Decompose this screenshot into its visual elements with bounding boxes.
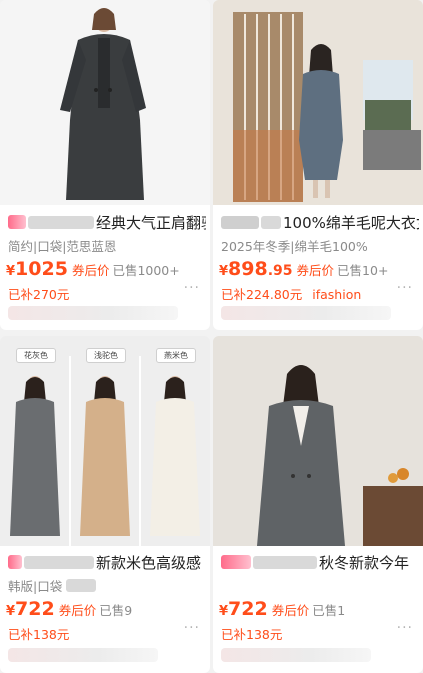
price-value: 1025 <box>15 258 68 280</box>
blurred-text <box>66 579 97 592</box>
blurred-text <box>253 556 317 569</box>
product-image[interactable] <box>213 0 423 205</box>
product-title-text: 100%绵羊毛呢大衣女秋 <box>283 214 419 232</box>
product-image[interactable] <box>213 336 423 546</box>
sold-count: 已售1 <box>312 603 346 618</box>
price-value: 722 <box>228 598 268 620</box>
color-swatch-label: 浅驼色 <box>86 348 126 363</box>
currency-symbol: ¥ <box>219 264 229 279</box>
subsidy-row: 已补224.80元 ifashion <box>221 284 361 303</box>
product-tags: 韩版|口袋 <box>8 576 98 595</box>
subsidy-row: 已补270元 <box>8 284 69 303</box>
product-title[interactable]: 秋冬新款今年 <box>221 552 419 573</box>
price-row: ¥722 券后价 已售9 <box>6 598 204 620</box>
subsidy-row: 已补138元 <box>221 624 282 643</box>
product-title-text: 新款米色高级感 <box>96 554 202 572</box>
more-options-icon[interactable]: ··· <box>184 620 200 636</box>
subsidy-text: 已补138元 <box>8 627 70 642</box>
sold-count: 已售1000+ <box>112 263 180 278</box>
subsidy-text: 已补270元 <box>8 287 70 302</box>
shop-tag[interactable]: ifashion <box>312 287 361 302</box>
blurred-badge <box>221 555 251 569</box>
subsidy-row: 已补138元 <box>8 624 69 643</box>
product-tags: 2025年冬季|绵羊毛100% <box>221 239 368 254</box>
more-options-icon[interactable]: ··· <box>397 280 413 296</box>
shop-info-bar[interactable] <box>8 648 158 662</box>
price-row: ¥898.95 券后价 已售10+ <box>219 258 417 280</box>
price-value: 722 <box>15 598 55 620</box>
product-image[interactable] <box>0 0 210 205</box>
product-title-text: 秋冬新款今年 <box>319 554 410 572</box>
color-swatch-label: 花灰色 <box>16 348 56 363</box>
coupon-price-label: 券后价 <box>58 603 97 618</box>
blurred-text <box>24 556 94 569</box>
blurred-text <box>28 216 94 229</box>
product-tags: 简约|口袋|范思蓝恩 <box>8 239 117 254</box>
product-title[interactable]: 新款米色高级感 <box>8 552 206 573</box>
blurred-badge <box>8 555 22 569</box>
shop-info-bar[interactable] <box>8 306 178 320</box>
more-options-icon[interactable]: ··· <box>397 620 413 636</box>
price-value: 898.95 <box>228 258 293 280</box>
subsidy-text: 已补138元 <box>221 627 283 642</box>
blurred-text <box>221 216 259 229</box>
shop-info-bar[interactable] <box>221 306 391 320</box>
currency-symbol: ¥ <box>6 264 16 279</box>
blurred-text <box>261 216 281 229</box>
shop-info-bar[interactable] <box>221 648 371 662</box>
product-card[interactable]: 秋冬新款今年 ¥722 券后价 已售1 已补138元 ··· <box>213 336 423 673</box>
price-row: ¥722 券后价 已售1 <box>219 598 417 620</box>
currency-symbol: ¥ <box>219 604 229 619</box>
color-swatch-label: 燕米色 <box>156 348 196 363</box>
product-title-text: 经典大气正肩翻驳 <box>96 214 206 232</box>
product-title[interactable]: 100%绵羊毛呢大衣女秋 <box>221 212 419 233</box>
product-card[interactable]: 花灰色 浅驼色 燕米色 新款米色高级感 韩版|口袋 ¥722 券后价 已售9 已补1… <box>0 336 210 673</box>
product-image[interactable]: 花灰色 浅驼色 燕米色 <box>0 336 210 546</box>
sold-count: 已售9 <box>99 603 133 618</box>
coupon-price-label: 券后价 <box>71 263 110 278</box>
blurred-badge <box>8 215 26 229</box>
currency-symbol: ¥ <box>6 604 16 619</box>
product-grid: 经典大气正肩翻驳 简约|口袋|范思蓝恩 ¥1025 券后价 已售1000+ 已补27… <box>0 0 423 673</box>
product-card[interactable]: 经典大气正肩翻驳 简约|口袋|范思蓝恩 ¥1025 券后价 已售1000+ 已补27… <box>0 0 210 330</box>
sold-count: 已售10+ <box>337 263 389 278</box>
product-card[interactable]: 100%绵羊毛呢大衣女秋 2025年冬季|绵羊毛100% ¥898.95券后价已… <box>213 0 423 330</box>
more-options-icon[interactable]: ··· <box>184 280 200 296</box>
coupon-price-label: 券后价 <box>271 603 310 618</box>
coupon-price-label: 券后价 <box>296 263 335 278</box>
product-title[interactable]: 经典大气正肩翻驳 <box>8 212 206 233</box>
price-row: ¥1025 券后价 已售1000+ <box>6 258 204 280</box>
subsidy-text: 已补224.80元 <box>221 287 303 302</box>
